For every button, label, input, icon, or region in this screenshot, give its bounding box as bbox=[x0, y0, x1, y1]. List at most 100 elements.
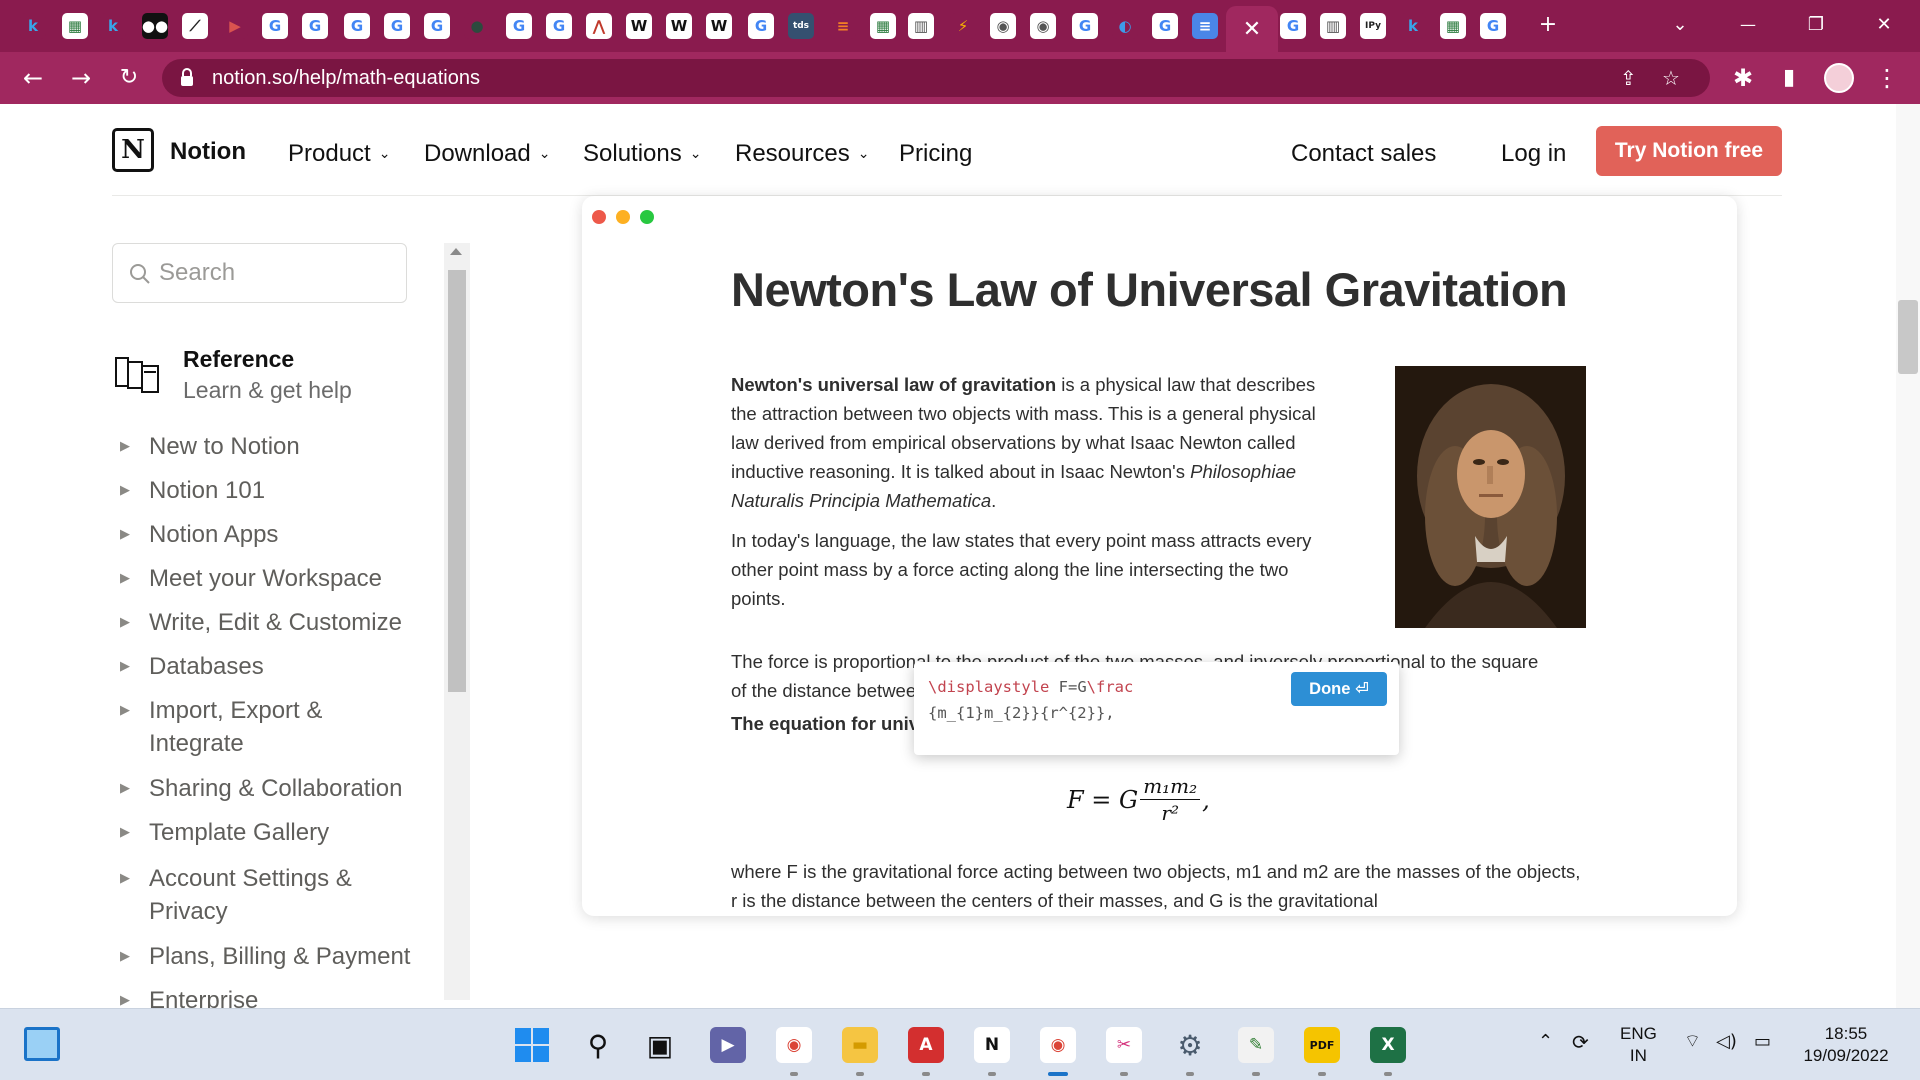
google-icon[interactable]: G bbox=[344, 13, 370, 39]
sidebar-item-notion-apps[interactable]: ▶ Notion Apps bbox=[120, 518, 420, 551]
teams-icon[interactable]: ▶ bbox=[710, 1027, 746, 1063]
sheet-icon[interactable]: ▦ bbox=[870, 13, 896, 39]
nav-download[interactable]: Download ⌄ bbox=[424, 140, 550, 168]
sidebar-scrollbar-thumb[interactable] bbox=[448, 270, 466, 692]
address-bar[interactable]: notion.so/help/math-equations ⇪ ☆ bbox=[162, 59, 1710, 97]
chrome-icon[interactable]: ◉ bbox=[776, 1027, 812, 1063]
contact-sales-link[interactable]: Contact sales bbox=[1291, 140, 1436, 168]
clock[interactable]: 18:55 19/09/2022 bbox=[1798, 1023, 1894, 1067]
ipython-icon[interactable]: IPy bbox=[1360, 13, 1386, 39]
sheet-icon[interactable]: ▦ bbox=[62, 13, 88, 39]
reference-title[interactable]: Reference bbox=[183, 346, 294, 373]
scroll-up-arrow-icon[interactable] bbox=[450, 248, 462, 255]
settings-icon[interactable]: ⚙ bbox=[1172, 1027, 1208, 1063]
volume-icon[interactable]: ◁) bbox=[1716, 1031, 1737, 1053]
close-tab-icon[interactable]: ✕ bbox=[1243, 16, 1261, 42]
wifi-icon[interactable]: ⌔ bbox=[1684, 1031, 1701, 1053]
share-icon[interactable]: ⇪ bbox=[1620, 65, 1637, 91]
notion-logo-icon[interactable]: N bbox=[112, 128, 154, 172]
bolt-icon[interactable]: ⚡ bbox=[950, 13, 976, 39]
forward-icon[interactable]: → bbox=[64, 61, 98, 95]
google-icon[interactable]: G bbox=[1152, 13, 1178, 39]
wikipedia-icon[interactable]: W bbox=[666, 13, 692, 39]
google-icon[interactable]: G bbox=[262, 13, 288, 39]
google-icon[interactable]: G bbox=[546, 13, 572, 39]
sidebar-item-write-edit-customize[interactable]: ▶ Write, Edit & Customize bbox=[120, 606, 420, 639]
sidebar-item-template-gallery[interactable]: ▶ Template Gallery bbox=[120, 816, 420, 849]
sheet-icon[interactable]: ▦ bbox=[1440, 13, 1466, 39]
k-icon[interactable]: k bbox=[20, 13, 46, 39]
chrome-icon[interactable]: ◉ bbox=[990, 13, 1016, 39]
google-icon[interactable]: G bbox=[1280, 13, 1306, 39]
medium-icon[interactable]: ●● bbox=[142, 13, 168, 39]
active-tab[interactable]: ✕ bbox=[1226, 6, 1278, 52]
google-icon[interactable]: G bbox=[506, 13, 532, 39]
google-icon[interactable]: G bbox=[424, 13, 450, 39]
reader-icon[interactable]: ▥ bbox=[908, 13, 934, 39]
side-panel-icon[interactable]: ▮ bbox=[1772, 61, 1806, 95]
google-icon[interactable]: G bbox=[1072, 13, 1098, 39]
sync-icon[interactable]: ⟳ bbox=[1572, 1031, 1589, 1053]
wikipedia-icon[interactable]: W bbox=[706, 13, 732, 39]
battery-icon[interactable]: ▭ bbox=[1754, 1031, 1771, 1053]
search-icon[interactable]: ⚲ bbox=[580, 1027, 616, 1063]
graph-icon[interactable]: ⋀ bbox=[586, 13, 612, 39]
done-button[interactable]: Done ⏎ bbox=[1291, 672, 1387, 706]
nav-resources[interactable]: Resources ⌄ bbox=[735, 140, 869, 168]
page-scrollbar-thumb[interactable] bbox=[1898, 300, 1918, 374]
address-bar-url[interactable]: notion.so/help/math-equations bbox=[212, 59, 480, 97]
tds-icon[interactable]: tds bbox=[788, 13, 814, 39]
nav-product[interactable]: Product ⌄ bbox=[288, 140, 390, 168]
profile-avatar[interactable] bbox=[1824, 63, 1854, 93]
acrobat-icon[interactable]: A bbox=[908, 1027, 944, 1063]
restore-icon[interactable]: ❐ bbox=[1796, 10, 1836, 40]
stack-icon[interactable]: ≡ bbox=[830, 13, 856, 39]
extensions-icon[interactable]: ✱ bbox=[1726, 61, 1760, 95]
start-windows-icon[interactable] bbox=[514, 1027, 550, 1063]
file-explorer-icon[interactable]: ▬ bbox=[842, 1027, 878, 1063]
gravitation-equation[interactable]: F = G m₁m₂ r² , bbox=[1067, 774, 1210, 825]
k-icon[interactable]: k bbox=[100, 13, 126, 39]
nav-pricing[interactable]: Pricing bbox=[899, 140, 972, 168]
nav-solutions[interactable]: Solutions ⌄ bbox=[583, 140, 701, 168]
sidebar-item-new-to-notion[interactable]: ▶ New to Notion bbox=[120, 430, 420, 463]
sidebar-item-import-export[interactable]: ▶ Import, Export & Integrate bbox=[120, 694, 330, 760]
new-tab-button[interactable]: + bbox=[1528, 10, 1568, 40]
search-input[interactable]: Search bbox=[112, 243, 407, 303]
google-icon[interactable]: G bbox=[1480, 13, 1506, 39]
log-in-link[interactable]: Log in bbox=[1501, 140, 1566, 168]
latex-input[interactable]: \displaystyle F=G\frac {m_{1}m_{2}}{r^{2… bbox=[928, 674, 1258, 726]
pdf-icon[interactable]: PDF bbox=[1304, 1027, 1340, 1063]
globe-icon[interactable]: ● bbox=[464, 13, 490, 39]
close-window-icon[interactable]: ✕ bbox=[1864, 10, 1904, 40]
sidebar-item-notion-101[interactable]: ▶ Notion 101 bbox=[120, 474, 420, 507]
google-icon[interactable]: G bbox=[384, 13, 410, 39]
tab-search-icon[interactable]: ⌄ bbox=[1660, 10, 1700, 40]
tray-chevron-icon[interactable]: ⌃ bbox=[1538, 1031, 1553, 1053]
page-scrollbar[interactable] bbox=[1896, 104, 1920, 1008]
reader-icon[interactable]: ▥ bbox=[1320, 13, 1346, 39]
sidebar-item-meet-your-workspace[interactable]: ▶ Meet your Workspace bbox=[120, 562, 420, 595]
google-icon[interactable]: G bbox=[302, 13, 328, 39]
minimize-icon[interactable]: — bbox=[1728, 10, 1768, 40]
google-icon[interactable]: G bbox=[748, 13, 774, 39]
slides-icon[interactable]: ▶ bbox=[222, 13, 248, 39]
excel-icon[interactable]: X bbox=[1370, 1027, 1406, 1063]
task-view-icon[interactable]: ▣ bbox=[642, 1027, 678, 1063]
logo-text[interactable]: Notion bbox=[170, 138, 246, 166]
chrome-icon[interactable]: ◉ bbox=[1030, 13, 1056, 39]
sidebar-item-plans-billing[interactable]: ▶ Plans, Billing & Payment bbox=[120, 940, 420, 973]
sidebar-item-enterprise[interactable]: ▶ Enterprise bbox=[120, 984, 420, 1008]
edge-icon[interactable]: ◐ bbox=[1112, 13, 1138, 39]
k-icon[interactable]: k bbox=[1400, 13, 1426, 39]
back-icon[interactable]: ← bbox=[16, 61, 50, 95]
notepad-icon[interactable]: ✎ bbox=[1238, 1027, 1274, 1063]
browser-menu-icon[interactable]: ⋮ bbox=[1870, 61, 1904, 95]
try-notion-free-button[interactable]: Try Notion free bbox=[1596, 126, 1782, 176]
sidebar-item-sharing-collaboration[interactable]: ▶ Sharing & Collaboration bbox=[120, 772, 420, 805]
language-indicator[interactable]: ENG IN bbox=[1620, 1023, 1657, 1067]
sidebar-item-databases[interactable]: ▶ Databases bbox=[120, 650, 420, 683]
snipping-tool-icon[interactable]: ✂ bbox=[1106, 1027, 1142, 1063]
reload-icon[interactable]: ↻ bbox=[112, 61, 146, 95]
sidebar-item-account-settings[interactable]: ▶ Account Settings & Privacy bbox=[120, 862, 360, 928]
